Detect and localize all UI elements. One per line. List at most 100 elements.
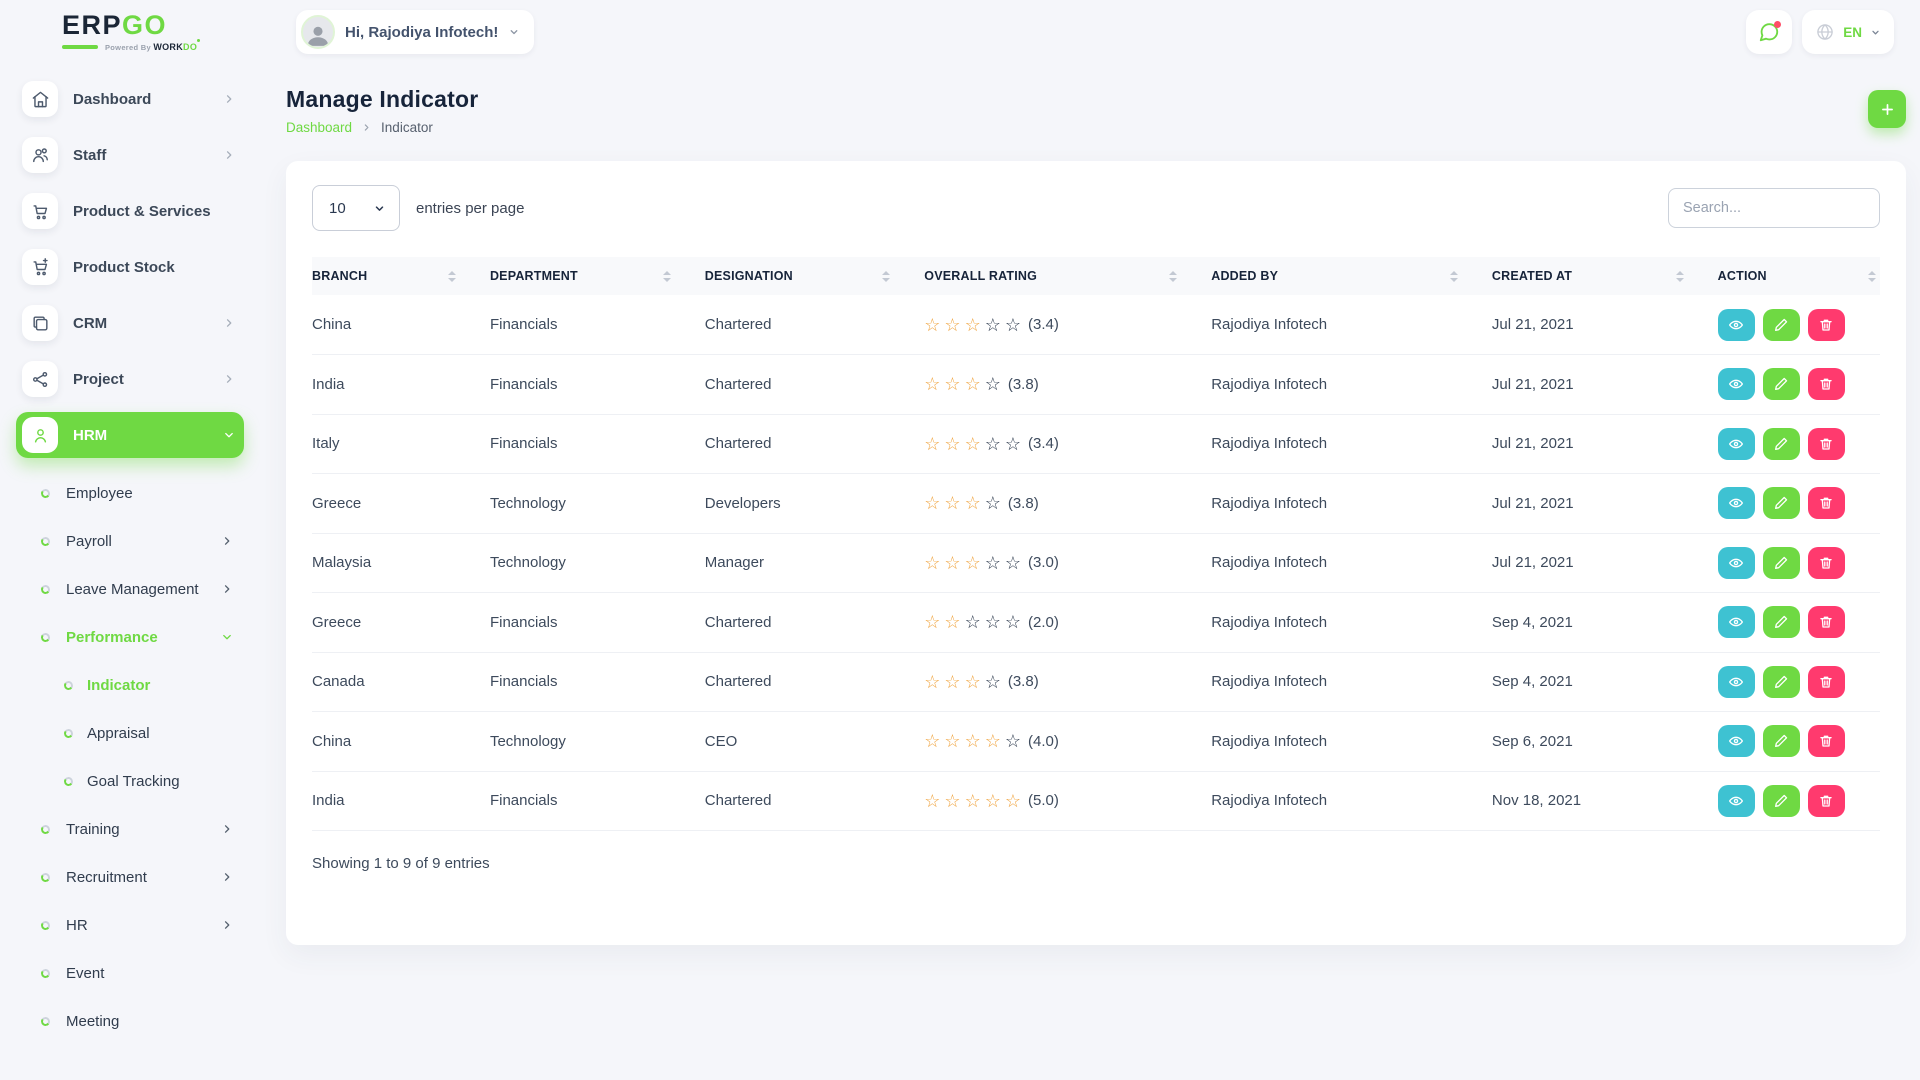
rating-value: (3.8) xyxy=(1008,495,1039,512)
sort-icon[interactable] xyxy=(448,271,456,282)
view-button[interactable] xyxy=(1718,309,1755,341)
indicator-table: BRANCHDEPARTMENTDESIGNATIONOVERALL RATIN… xyxy=(312,257,1880,831)
edit-button[interactable] xyxy=(1763,606,1800,638)
column-header-branch[interactable]: BRANCH xyxy=(312,257,490,295)
messenger-button[interactable] xyxy=(1746,10,1792,54)
brand-logo[interactable]: ERPGO Powered By WORKDO xyxy=(0,12,260,52)
sidebar-item-recruitment[interactable]: Recruitment xyxy=(16,857,244,897)
column-header-department[interactable]: DEPARTMENT xyxy=(490,257,705,295)
cell-overall-rating: ☆☆☆☆☆(3.4) xyxy=(924,414,1211,474)
edit-button[interactable] xyxy=(1763,309,1800,341)
edit-button[interactable] xyxy=(1763,487,1800,519)
star-rating: ☆☆☆☆(3.8) xyxy=(924,375,1211,393)
sidebar-item-event[interactable]: Event xyxy=(16,953,244,993)
edit-button[interactable] xyxy=(1763,368,1800,400)
column-header-created-at[interactable]: CREATED AT xyxy=(1492,257,1718,295)
edit-button[interactable] xyxy=(1763,666,1800,698)
sidebar-item-goal-tracking[interactable]: Goal Tracking xyxy=(16,761,244,801)
plus-icon xyxy=(1879,101,1896,118)
view-button[interactable] xyxy=(1718,368,1755,400)
sidebar-item-meeting[interactable]: Meeting xyxy=(16,1001,244,1041)
breadcrumb-dashboard[interactable]: Dashboard xyxy=(286,120,352,135)
star-icon: ☆ xyxy=(944,554,960,572)
action-buttons xyxy=(1718,785,1880,817)
view-button[interactable] xyxy=(1718,487,1755,519)
column-header-overall-rating[interactable]: OVERALL RATING xyxy=(924,257,1211,295)
sort-icon[interactable] xyxy=(1169,271,1177,282)
cell-designation: Chartered xyxy=(705,593,925,653)
edit-button[interactable] xyxy=(1763,785,1800,817)
bullet-icon xyxy=(40,968,50,978)
bullet-icon xyxy=(40,536,50,546)
cell-department: Financials xyxy=(490,295,705,355)
sidebar-item-project[interactable]: Project xyxy=(16,356,244,402)
view-button[interactable] xyxy=(1718,785,1755,817)
sort-icon[interactable] xyxy=(882,271,890,282)
delete-button[interactable] xyxy=(1808,428,1845,460)
delete-button[interactable] xyxy=(1808,785,1845,817)
cell-added-by: Rajodiya Infotech xyxy=(1211,355,1492,415)
sidebar-item-employee[interactable]: Employee xyxy=(16,473,244,513)
rating-value: (5.0) xyxy=(1028,792,1059,809)
sidebar-item-dashboard[interactable]: Dashboard xyxy=(16,76,244,122)
sidebar-item-label: Employee xyxy=(66,485,133,502)
sidebar-item-product-services[interactable]: Product & Services xyxy=(16,188,244,234)
delete-button[interactable] xyxy=(1808,368,1845,400)
column-header-action[interactable]: ACTION xyxy=(1718,257,1880,295)
cell-department: Financials xyxy=(490,771,705,831)
sidebar-item-product-stock[interactable]: Product Stock xyxy=(16,244,244,290)
sidebar-item-hr[interactable]: HR xyxy=(16,905,244,945)
delete-button[interactable] xyxy=(1808,725,1845,757)
view-button[interactable] xyxy=(1718,666,1755,698)
cell-designation: Chartered xyxy=(705,652,925,712)
sidebar-item-appraisal[interactable]: Appraisal xyxy=(16,713,244,753)
star-icon: ☆ xyxy=(965,732,981,750)
action-buttons xyxy=(1718,547,1880,579)
language-selector[interactable]: EN xyxy=(1802,10,1894,54)
sort-icon[interactable] xyxy=(1868,271,1876,282)
sidebar-item-hrm[interactable]: HRM xyxy=(16,412,244,458)
sort-icon[interactable] xyxy=(1676,271,1684,282)
cell-branch: Greece xyxy=(312,593,490,653)
language-code: EN xyxy=(1843,25,1862,40)
sidebar-item-label: Performance xyxy=(66,629,158,646)
entries-per-page-select[interactable]: 10 xyxy=(312,185,400,231)
sidebar-item-performance[interactable]: Performance xyxy=(16,617,244,657)
column-header-designation[interactable]: DESIGNATION xyxy=(705,257,925,295)
sort-icon[interactable] xyxy=(663,271,671,282)
cell-department: Technology xyxy=(490,533,705,593)
add-indicator-button[interactable] xyxy=(1868,90,1906,128)
delete-button[interactable] xyxy=(1808,606,1845,638)
view-button[interactable] xyxy=(1718,725,1755,757)
sidebar-item-crm[interactable]: CRM xyxy=(16,300,244,346)
delete-button[interactable] xyxy=(1808,547,1845,579)
sidebar-item-payroll[interactable]: Payroll xyxy=(16,521,244,561)
sidebar-item-indicator[interactable]: Indicator xyxy=(16,665,244,705)
sidebar-item-staff[interactable]: Staff xyxy=(16,132,244,178)
cell-created-at: Sep 4, 2021 xyxy=(1492,593,1718,653)
edit-button[interactable] xyxy=(1763,428,1800,460)
star-icon: ☆ xyxy=(965,435,981,453)
sidebar-item-leave-management[interactable]: Leave Management xyxy=(16,569,244,609)
star-icon: ☆ xyxy=(944,792,960,810)
sort-icon[interactable] xyxy=(1450,271,1458,282)
view-button[interactable] xyxy=(1718,547,1755,579)
search-input[interactable] xyxy=(1668,188,1880,228)
cell-added-by: Rajodiya Infotech xyxy=(1211,533,1492,593)
action-buttons xyxy=(1718,368,1880,400)
delete-button[interactable] xyxy=(1808,309,1845,341)
view-button[interactable] xyxy=(1718,428,1755,460)
column-header-added-by[interactable]: ADDED BY xyxy=(1211,257,1492,295)
delete-button[interactable] xyxy=(1808,487,1845,519)
bullet-icon xyxy=(40,584,50,594)
edit-button[interactable] xyxy=(1763,547,1800,579)
table-row: IndiaFinancialsChartered☆☆☆☆(3.8)Rajodiy… xyxy=(312,355,1880,415)
view-button[interactable] xyxy=(1718,606,1755,638)
cell-action xyxy=(1718,652,1880,712)
delete-button[interactable] xyxy=(1808,666,1845,698)
cell-action xyxy=(1718,474,1880,534)
sidebar-item-training[interactable]: Training xyxy=(16,809,244,849)
edit-button[interactable] xyxy=(1763,725,1800,757)
cell-action xyxy=(1718,771,1880,831)
user-menu[interactable]: Hi, Rajodiya Infotech! xyxy=(296,10,534,54)
